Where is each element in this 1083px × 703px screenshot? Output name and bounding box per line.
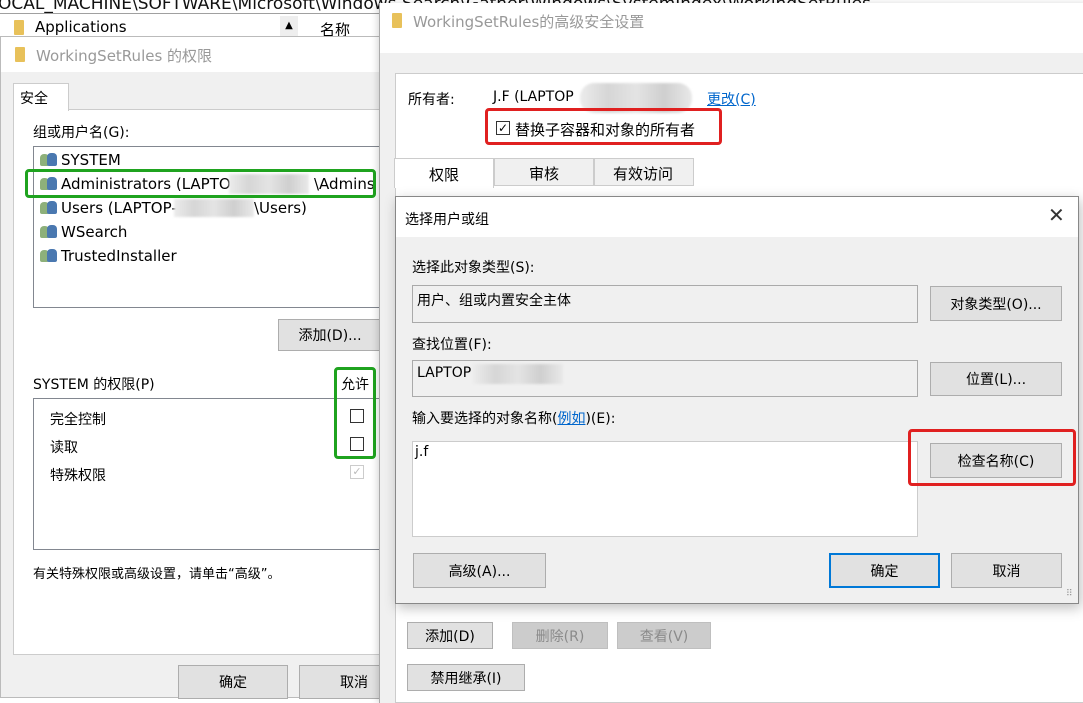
green-highlight-admins [25, 169, 376, 198]
tab-auditing[interactable]: 审核 [494, 158, 594, 186]
location-field: LAPTOP [412, 360, 918, 397]
permission-name: 完全控制 [50, 412, 106, 428]
user-group-icon [40, 200, 57, 215]
resize-grip[interactable]: ⠿ [1066, 589, 1073, 599]
tab-permissions[interactable]: 权限 [394, 158, 494, 188]
object-types-button[interactable]: 对象类型(O)... [930, 286, 1062, 321]
user-group-icon [40, 224, 57, 239]
dialog-title: WorkingSetRules 的权限 [36, 47, 213, 65]
list-item[interactable]: SYSTEM [34, 149, 394, 171]
folder-icon [392, 13, 402, 28]
tree-item-applications[interactable]: Applications [35, 18, 127, 36]
folder-icon [15, 47, 25, 62]
ok-button[interactable]: 确定 [178, 665, 288, 699]
user-group-icon [40, 248, 57, 263]
owner-value: J.F (LAPTOP [493, 89, 574, 105]
add-button[interactable]: 添加(D) [407, 622, 493, 649]
permissions-label: SYSTEM 的权限(P) [33, 377, 155, 393]
group-label: 组或用户名(G): [33, 125, 130, 141]
dialog-title: 选择用户或组 [405, 212, 489, 228]
ok-button[interactable]: 确定 [829, 553, 940, 588]
user-group-icon [40, 152, 57, 167]
tab-effective-access[interactable]: 有效访问 [594, 158, 694, 186]
allow-special-checkbox: ✓ [350, 465, 364, 479]
green-highlight-allow [334, 367, 376, 459]
permission-name: 特殊权限 [50, 468, 106, 484]
red-highlight-replace-owner [485, 108, 722, 145]
add-button[interactable]: 添加(D)... [278, 319, 382, 351]
list-item[interactable]: Users (LAPTOP- \Users) [34, 197, 394, 219]
select-user-dialog: 选择用户或组 ✕ 选择此对象类型(S): 用户、组或内置安全主体 对象类型(O)… [395, 196, 1079, 604]
scroll-up-button[interactable]: ▲ [280, 16, 298, 36]
red-highlight-check-names [908, 429, 1076, 486]
object-names-label: 输入要选择的对象名称(例如)(E): [412, 411, 616, 427]
permissions-dialog: WorkingSetRules 的权限 安全 组或用户名(G): SYSTEM … [0, 36, 409, 699]
change-owner-link[interactable]: 更改(C) [707, 89, 756, 109]
list-item[interactable]: WSearch [34, 221, 394, 243]
location-label: 查找位置(F): [412, 337, 492, 353]
permission-name: 读取 [50, 440, 78, 456]
close-icon[interactable]: ✕ [1048, 203, 1065, 227]
object-names-input[interactable]: j.f [412, 441, 918, 537]
examples-link[interactable]: 例如 [557, 411, 585, 427]
tab-security[interactable]: 安全 [13, 83, 69, 111]
owner-label: 所有者: [408, 92, 455, 108]
locations-button[interactable]: 位置(L)... [930, 362, 1062, 396]
dialog-title: WorkingSetRules的高级安全设置 [413, 13, 645, 31]
help-text: 有关特殊权限或高级设置，请单击“高级”。 [33, 567, 281, 582]
view-button[interactable]: 查看(V) [617, 622, 711, 649]
folder-icon [14, 20, 24, 35]
remove-button[interactable]: 删除(R) [512, 622, 608, 649]
object-type-field: 用户、组或内置安全主体 [412, 285, 918, 323]
object-type-label: 选择此对象类型(S): [412, 260, 535, 276]
advanced-button[interactable]: 高级(A)... [413, 553, 546, 588]
cancel-button[interactable]: 取消 [951, 553, 1062, 588]
list-item[interactable]: TrustedInstaller [34, 245, 394, 267]
disable-inheritance-button[interactable]: 禁用继承(I) [407, 664, 525, 691]
